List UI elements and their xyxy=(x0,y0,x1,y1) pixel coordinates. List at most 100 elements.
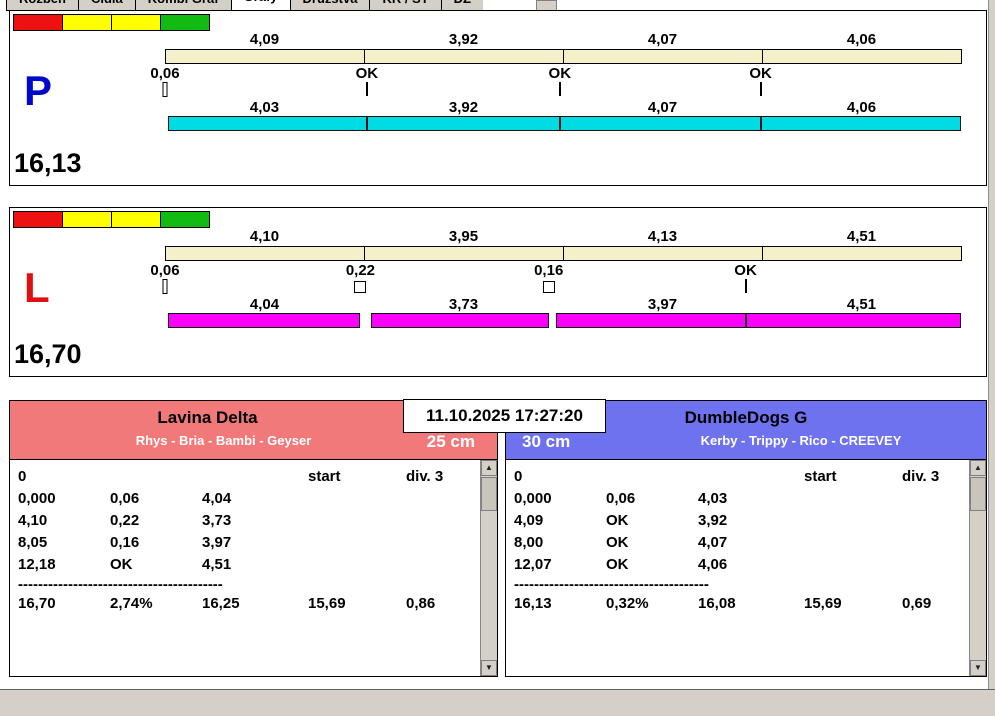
table-cell: div. 3 xyxy=(406,468,444,485)
ideal-split-value: 4,13 xyxy=(647,228,678,245)
table-cell: 16,70 xyxy=(18,595,56,612)
table-cell: OK xyxy=(606,512,629,529)
ideal-bar-segment xyxy=(165,246,365,261)
scrollbar-up-icon[interactable]: ▲ xyxy=(970,460,986,476)
table-cell: 4,06 xyxy=(698,556,728,573)
ideal-split-value: 4,06 xyxy=(846,31,877,48)
run-split-labels: 4,04 3,73 3,97 4,51 xyxy=(165,296,961,313)
team-panel-right: DumbleDogs G Kerby - Trippy - Rico - CRE… xyxy=(505,400,987,677)
run-bar-segment xyxy=(370,313,549,328)
traffic-light-1 xyxy=(62,211,112,228)
team-results-table: 0 start div. 3 0,000 0,06 4,04 4,10 0,22 3,73 8,0… xyxy=(10,459,497,676)
table-cell: 8,00 xyxy=(514,534,544,551)
table-cell: 2,74% xyxy=(110,595,153,612)
ideal-bar-segment xyxy=(165,49,365,64)
scrollbar-thumb[interactable] xyxy=(481,477,497,511)
table-cell: 12,18 xyxy=(18,556,56,573)
table-row: 12,18 OK 4,51 xyxy=(10,554,479,576)
table-cell: OK xyxy=(606,534,629,551)
changeover-label: OK xyxy=(355,65,379,82)
changeover-markers xyxy=(162,279,961,297)
table-cell: 0,32% xyxy=(606,595,649,612)
lane-chart: 4,09 3,92 4,07 4,06 0,06 OK OK OK 4,03 3,92 4,07… xyxy=(150,11,962,185)
table-cell: 4,51 xyxy=(202,556,232,573)
tick-marker-icon xyxy=(365,82,368,96)
run-split-labels: 4,03 3,92 4,07 4,06 xyxy=(165,99,961,116)
table-rows: 0 start div. 3 0,000 0,06 4,03 4,09 OK 3,92 8,00 O… xyxy=(506,466,968,676)
square-marker-icon xyxy=(542,281,555,293)
run-bar-segment xyxy=(366,116,561,131)
window-right-frame xyxy=(988,0,995,716)
changeover-label: 0,16 xyxy=(534,262,564,279)
table-cell: 0,22 xyxy=(110,512,140,529)
changeover-labels: 0,06 0,22 0,16 OK xyxy=(150,262,961,279)
ideal-bar-segment xyxy=(563,246,763,261)
table-separator: --------------------------------------- xyxy=(514,576,709,593)
table-row: 12,07 OK 4,06 xyxy=(506,554,968,576)
changeover-markers xyxy=(162,82,961,100)
ideal-bar-segment xyxy=(762,246,962,261)
traffic-light-2 xyxy=(111,14,161,31)
lane-panel-p: 4,09 3,92 4,07 4,06 0,06 OK OK OK 4,03 3,92 4,07… xyxy=(9,10,987,186)
ideal-bar-segment xyxy=(563,49,763,64)
table-cell: 0 xyxy=(18,468,27,485)
run-time-bar xyxy=(165,116,961,132)
changeover-label: 0,06 xyxy=(150,262,180,279)
scrollbar-down-icon[interactable]: ▼ xyxy=(481,660,497,676)
table-cell: 16,25 xyxy=(202,595,240,612)
ideal-split-labels: 4,10 3,95 4,13 4,51 xyxy=(165,228,961,245)
table-cell: 12,07 xyxy=(514,556,552,573)
table-cell: 0,000 xyxy=(18,490,56,507)
jump-height-badge: 30 cm xyxy=(522,432,571,451)
changeover-label: OK xyxy=(734,262,757,279)
table-separator: ----------------------------------------… xyxy=(18,576,223,593)
traffic-light-1 xyxy=(62,14,112,31)
table-cell: 3,97 xyxy=(202,534,232,551)
run-bar-segment xyxy=(559,116,761,131)
changeover-label: OK xyxy=(548,65,572,82)
scrollbar-thumb[interactable] xyxy=(970,477,986,511)
lane-letter: L xyxy=(24,264,50,311)
ideal-split-bar xyxy=(165,49,962,64)
jump-height-badge: 25 cm xyxy=(426,432,475,451)
scrollbar[interactable]: ▲ ▼ xyxy=(480,460,497,676)
ideal-split-value: 4,07 xyxy=(647,31,678,48)
scrollbar-down-icon[interactable]: ▼ xyxy=(970,660,986,676)
ideal-bar-segment xyxy=(364,246,564,261)
team-results-table: 0 start div. 3 0,000 0,06 4,03 4,09 OK 3,92 8,00 O… xyxy=(506,459,986,676)
table-cell: 4,07 xyxy=(698,534,728,551)
table-row: 4,10 0,22 3,73 xyxy=(10,510,479,532)
window-bottom-frame xyxy=(0,690,995,716)
scrollbar[interactable]: ▲ ▼ xyxy=(969,460,986,676)
table-cell: 8,05 xyxy=(18,534,48,551)
table-cell: start xyxy=(308,468,341,485)
table-cell: 16,08 xyxy=(698,595,736,612)
traffic-light-0 xyxy=(13,211,63,228)
tick-marker-icon xyxy=(558,82,561,96)
table-cell: 4,03 xyxy=(698,490,728,507)
table-cell: 16,13 xyxy=(514,595,552,612)
scrollbar-up-icon[interactable]: ▲ xyxy=(481,460,497,476)
table-cell: 0,06 xyxy=(110,490,140,507)
ideal-split-value: 4,09 xyxy=(249,31,280,48)
table-cell: 4,10 xyxy=(18,512,48,529)
run-split-value: 4,04 xyxy=(249,296,280,313)
run-split-value: 4,06 xyxy=(846,99,877,116)
team-name: Lavina Delta xyxy=(157,408,258,427)
table-cell: div. 3 xyxy=(902,468,940,485)
run-bar-segment xyxy=(167,313,361,328)
lane-total-time: 16,70 xyxy=(14,339,82,369)
changeover-label: 0,06 xyxy=(150,65,180,82)
cursor-marker-icon xyxy=(162,82,168,97)
table-cell: 0,06 xyxy=(606,490,636,507)
ideal-bar-segment xyxy=(762,49,962,64)
table-cell: 15,69 xyxy=(804,595,842,612)
tick-marker-icon xyxy=(744,279,747,293)
table-cell: 0 xyxy=(514,468,523,485)
ideal-split-value: 4,10 xyxy=(249,228,280,245)
ideal-split-bar xyxy=(165,246,962,261)
table-row: 16,13 0,32% 16,08 15,69 0,69 xyxy=(506,593,968,615)
table-cell: 3,92 xyxy=(698,512,728,529)
table-row: 8,05 0,16 3,97 xyxy=(10,532,479,554)
run-split-value: 4,07 xyxy=(647,99,678,116)
